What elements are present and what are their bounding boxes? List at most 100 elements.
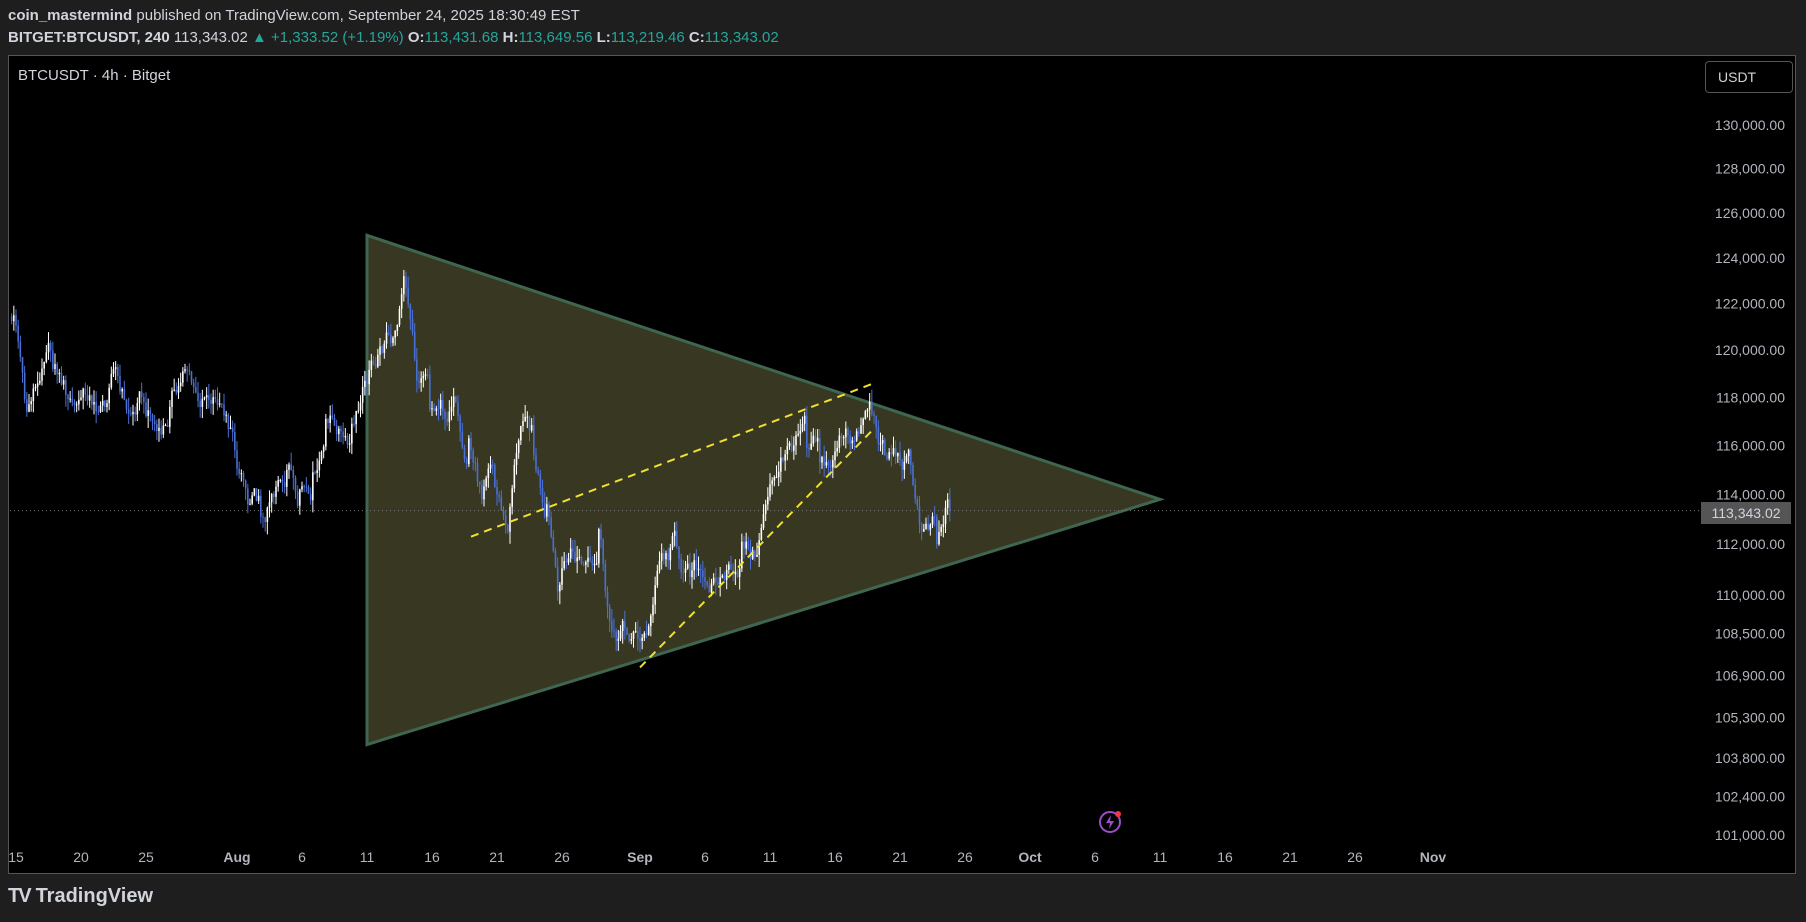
tradingview-footer[interactable]: TV TradingView [8, 885, 153, 908]
candle-body [446, 418, 448, 422]
candle-body [84, 388, 87, 395]
candle-body [468, 438, 470, 465]
lightning-alert-icon[interactable] [1098, 810, 1122, 834]
candle-body [394, 330, 396, 338]
currency-unit-button[interactable]: USDT [1705, 61, 1793, 93]
candle-body [803, 415, 806, 424]
candle-body [455, 396, 457, 403]
y-axis-tick-label: 118,000.00 [1716, 389, 1785, 405]
candle-body [756, 554, 758, 557]
candle-body [249, 503, 251, 505]
candle-body [875, 416, 877, 428]
candle-body [903, 461, 906, 470]
candle-body [600, 529, 602, 540]
candle-body [88, 395, 91, 401]
candle-body [221, 403, 223, 405]
candle-body [277, 480, 279, 487]
candle-body [702, 570, 704, 578]
candle-body [283, 482, 286, 487]
candle-body [526, 416, 529, 418]
candle-body [923, 529, 925, 532]
candle-body [15, 315, 17, 326]
candle-body [608, 606, 611, 622]
candle-body [132, 411, 134, 415]
candle-body [539, 473, 542, 488]
candle-body [372, 360, 375, 365]
candle-body [515, 452, 518, 465]
candle-body [160, 427, 162, 435]
candle-body [639, 638, 641, 641]
candle-body [866, 409, 869, 412]
candle-body [868, 401, 871, 410]
y-axis-tick-label: 105,300.00 [1715, 710, 1785, 726]
candle-body [305, 486, 308, 488]
candle-body [186, 369, 188, 371]
candle-body [392, 337, 394, 344]
candle-body [331, 415, 334, 418]
candle-body [457, 402, 459, 417]
candle-body [208, 395, 210, 400]
y-axis-tick-label: 110,000.00 [1716, 587, 1785, 603]
candle-body [520, 426, 522, 441]
candle-body [535, 455, 537, 471]
candle-body [52, 350, 54, 369]
candle-body [764, 504, 767, 514]
candle-body [335, 425, 338, 435]
candle-body [364, 380, 366, 388]
candle-body [405, 276, 407, 288]
candle-body [459, 416, 461, 432]
candle-body [437, 408, 440, 410]
candle-body [166, 425, 169, 427]
candle-body [368, 369, 370, 385]
y-axis-tick-label: 126,000.00 [1715, 205, 1785, 221]
candle-body [348, 443, 351, 445]
candle-body [491, 464, 494, 466]
candle-body [299, 489, 301, 506]
candle-body [877, 427, 880, 444]
candle-body [216, 398, 219, 405]
candle-body [223, 404, 225, 416]
candle-body [357, 410, 360, 412]
candle-body [691, 570, 693, 578]
candle-body [767, 496, 769, 505]
candle-body [117, 367, 119, 377]
candle-body [888, 452, 890, 459]
candle-body [689, 563, 691, 578]
candle-body [775, 477, 778, 479]
candle-body [576, 557, 578, 562]
candle-body [500, 496, 503, 511]
candle-body [307, 487, 310, 494]
candle-body [381, 346, 383, 353]
candle-body [312, 472, 314, 501]
candle-body [366, 380, 368, 385]
candle-body [101, 400, 104, 406]
candle-body [431, 408, 433, 410]
candle-body [760, 527, 763, 541]
candle-body [67, 395, 69, 400]
candle-body [780, 457, 782, 472]
candle-body [884, 440, 886, 456]
x-axis-tick-label: 11 [360, 849, 375, 865]
candle-body [708, 585, 711, 593]
candle-body [916, 498, 919, 506]
candle-body [587, 557, 589, 562]
candle-body [489, 464, 492, 469]
candle-body [936, 516, 938, 545]
candle-body [847, 428, 849, 436]
candle-body [550, 517, 552, 537]
candle-body [240, 473, 243, 475]
candle-body [182, 371, 184, 383]
candle-body [158, 427, 160, 431]
candle-body [435, 408, 438, 411]
candle-body [914, 485, 916, 499]
candle-body [901, 460, 903, 470]
candle-body [390, 334, 392, 344]
current-price-tag: 113,343.02 [1701, 502, 1791, 524]
y-axis-tick-label: 102,400.00 [1715, 788, 1785, 804]
candle-body [572, 548, 574, 552]
price-chart[interactable]: 130,000.00 128,000.00 126,000.00 124,000.00… [0, 0, 1806, 922]
candle-body [461, 431, 464, 448]
candle-body [907, 449, 910, 457]
candle-body [145, 402, 147, 416]
candle-body [665, 553, 667, 560]
